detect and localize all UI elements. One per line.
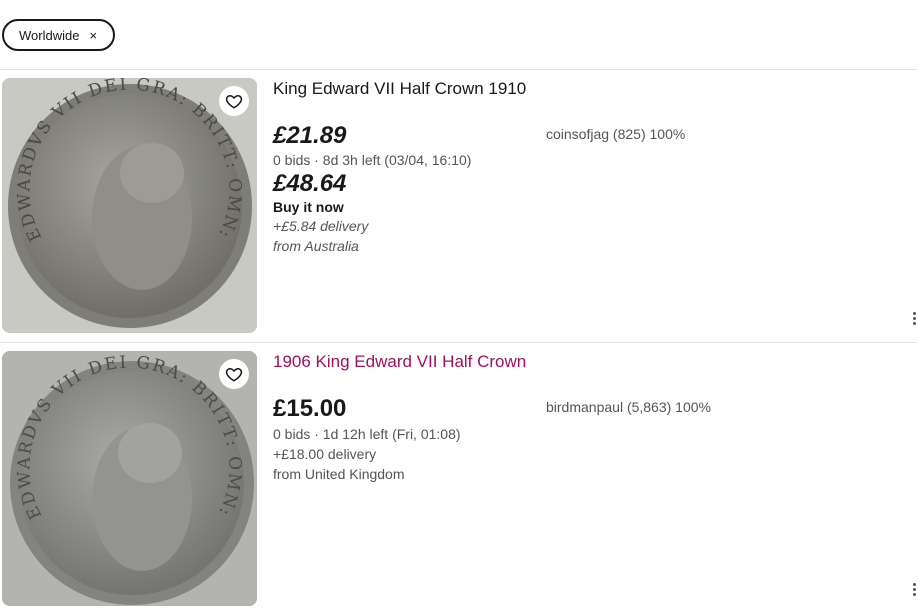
buy-it-now-label: Buy it now	[273, 199, 344, 215]
filter-bar: Worldwide ×	[0, 0, 917, 70]
coin-image[interactable]: EDWARDVS VII DEI GRA: BRITT: OMN: REX	[2, 351, 257, 606]
bids-info: 0 bids · 1d 12h left (Fri, 01:08)	[273, 426, 461, 442]
listing-item: EDWARDVS VII DEI GRA: BRITT: OMN: REX 19…	[0, 343, 917, 614]
more-options-icon[interactable]	[911, 583, 917, 596]
filter-chip-label: Worldwide	[19, 27, 80, 43]
listing-title[interactable]: 1906 King Edward VII Half Crown	[273, 352, 526, 372]
delivery-cost: +£18.00 delivery	[273, 446, 377, 462]
delivery-cost: +£5.84 delivery	[273, 218, 369, 234]
item-location: from United Kingdom	[273, 466, 405, 482]
coin-image[interactable]: EDWARDVS VII DEI GRA: BRITT: OMN: REX	[2, 78, 257, 333]
listing-item: EDWARDVS VII DEI GRA: BRITT: OMN: REX Ki…	[0, 70, 917, 343]
bid-price: £21.89	[273, 122, 347, 149]
seller-info: birdmanpaul (5,863) 100%	[546, 399, 711, 415]
listing-title[interactable]: King Edward VII Half Crown 1910	[273, 79, 526, 99]
item-location: from Australia	[273, 238, 359, 254]
close-icon[interactable]: ×	[89, 28, 97, 43]
bids-info: 0 bids · 8d 3h left (03/04, 16:10)	[273, 152, 472, 168]
watch-heart-icon[interactable]	[219, 86, 249, 116]
bid-price: £15.00	[273, 395, 347, 422]
seller-info: coinsofjag (825) 100%	[546, 126, 686, 142]
more-options-icon[interactable]	[911, 312, 917, 325]
buy-now-price: £48.64	[273, 170, 347, 197]
watch-heart-icon[interactable]	[219, 359, 249, 389]
filter-chip-worldwide[interactable]: Worldwide ×	[2, 19, 115, 51]
